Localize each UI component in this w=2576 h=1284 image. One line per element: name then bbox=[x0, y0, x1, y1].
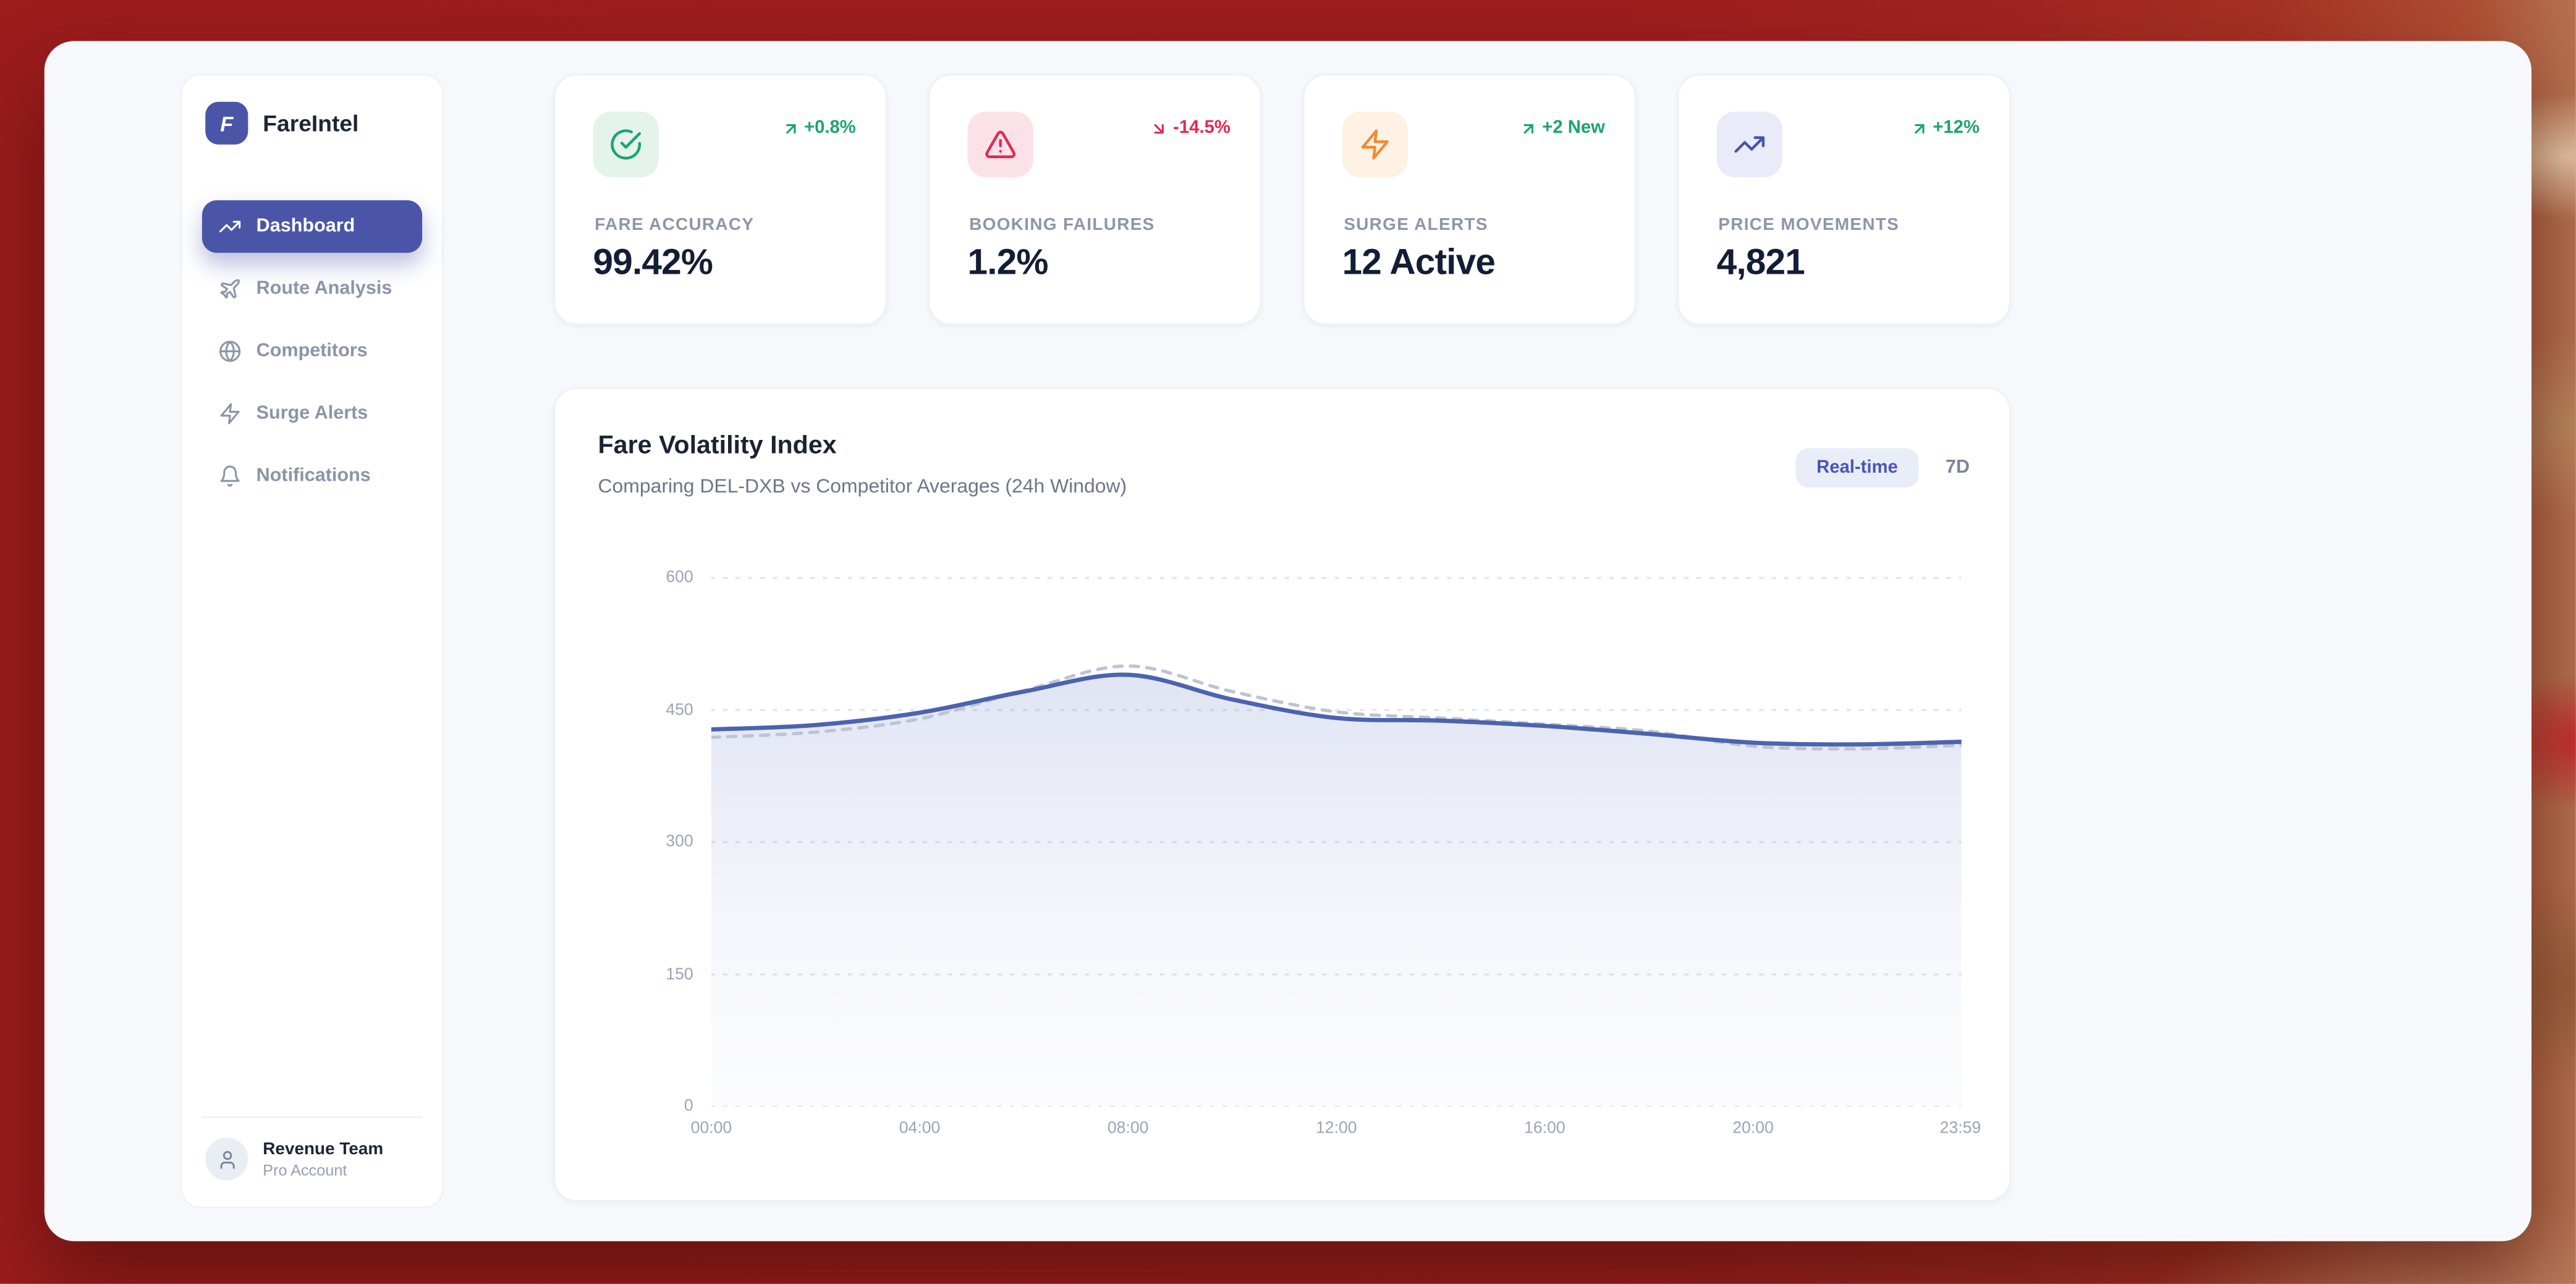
user-name: Revenue Team bbox=[263, 1139, 383, 1159]
stat-icon-tile bbox=[593, 112, 659, 177]
realtime-button[interactable]: Real-time bbox=[1795, 448, 1920, 488]
sidebar-item-label: Route Analysis bbox=[256, 279, 392, 299]
line-chart-svg bbox=[711, 568, 1962, 1106]
stat-icon-tile bbox=[1717, 112, 1782, 177]
stat-label: FARE ACCURACY bbox=[595, 215, 754, 235]
stat-card-surge-alerts: +2 New SURGE ALERTS 12 Active bbox=[1303, 74, 1637, 326]
fare-volatility-chart-card: Fare Volatility Index Comparing DEL-DXB … bbox=[554, 387, 2011, 1202]
y-tick-label: 600 bbox=[614, 569, 693, 587]
x-tick-label: 16:00 bbox=[1524, 1120, 1566, 1138]
chart-subtitle: Comparing DEL-DXB vs Competitor Averages… bbox=[598, 475, 1127, 497]
x-tick-label: 08:00 bbox=[1108, 1120, 1149, 1138]
sidebar-item-label: Competitors bbox=[256, 342, 368, 361]
zap-icon bbox=[219, 402, 242, 425]
sidebar-item-label: Surge Alerts bbox=[256, 404, 368, 424]
user-profile[interactable]: Revenue Team Pro Account bbox=[182, 1118, 442, 1206]
sidebar-item-notifications[interactable]: Notifications bbox=[202, 450, 422, 502]
zap-icon bbox=[1358, 128, 1391, 161]
brand-logo-icon: F bbox=[205, 102, 248, 145]
y-tick-label: 0 bbox=[614, 1097, 693, 1115]
sidebar-item-competitors[interactable]: Competitors bbox=[202, 325, 422, 378]
arrow-up-right-icon bbox=[1910, 119, 1928, 137]
brand: F FareIntel bbox=[182, 75, 442, 158]
stat-value: 1.2% bbox=[968, 242, 1048, 284]
plane-icon bbox=[219, 277, 242, 300]
y-tick-label: 300 bbox=[614, 833, 693, 851]
stat-label: SURGE ALERTS bbox=[1344, 215, 1488, 235]
trending-up-icon bbox=[1733, 128, 1766, 161]
sidebar-nav: Dashboard Route Analysis Competitors Sur… bbox=[182, 200, 442, 502]
sidebar-item-label: Dashboard bbox=[256, 217, 355, 237]
sidebar-item-surge-alerts[interactable]: Surge Alerts bbox=[202, 387, 422, 440]
sidebar-item-dashboard[interactable]: Dashboard bbox=[202, 200, 422, 253]
sidebar: F FareIntel Dashboard Route Analysis Com… bbox=[180, 74, 443, 1209]
chart-title: Fare Volatility Index bbox=[598, 432, 837, 462]
x-tick-label: 23:59 bbox=[1940, 1120, 1981, 1138]
stat-delta: -14.5% bbox=[1150, 118, 1231, 138]
stat-delta: +2 New bbox=[1519, 118, 1605, 138]
bell-icon bbox=[219, 465, 242, 488]
stat-label: PRICE MOVEMENTS bbox=[1718, 215, 1899, 235]
stat-card-fare-accuracy: +0.8% FARE ACCURACY 99.42% bbox=[554, 74, 888, 326]
x-tick-label: 20:00 bbox=[1732, 1120, 1774, 1138]
brand-name: FareIntel bbox=[263, 110, 358, 137]
stat-card-booking-failures: -14.5% BOOKING FAILURES 1.2% bbox=[928, 74, 1262, 326]
stat-value: 99.42% bbox=[593, 242, 713, 284]
trending-up-icon bbox=[219, 215, 242, 238]
x-tick-label: 04:00 bbox=[899, 1120, 941, 1138]
x-tick-label: 00:00 bbox=[691, 1120, 732, 1138]
stat-value: 4,821 bbox=[1717, 242, 1805, 284]
user-plan: Pro Account bbox=[263, 1162, 383, 1180]
app-window: F FareIntel Dashboard Route Analysis Com… bbox=[44, 41, 2532, 1241]
arrow-up-right-icon bbox=[781, 119, 799, 137]
y-tick-label: 150 bbox=[614, 965, 693, 983]
alert-triangle-icon bbox=[984, 128, 1017, 161]
arrow-down-right-icon bbox=[1150, 119, 1168, 137]
globe-icon bbox=[219, 340, 242, 363]
seven-day-button[interactable]: 7D bbox=[1946, 458, 1970, 478]
avatar bbox=[205, 1138, 248, 1180]
stat-card-price-movements: +12% PRICE MOVEMENTS 4,821 bbox=[1677, 74, 2011, 326]
arrow-up-right-icon bbox=[1519, 119, 1537, 137]
stat-icon-tile bbox=[1342, 112, 1408, 177]
area-fill bbox=[711, 675, 1962, 1107]
stat-label: BOOKING FAILURES bbox=[969, 215, 1155, 235]
y-tick-label: 450 bbox=[614, 701, 693, 719]
stat-cards-row: +0.8% FARE ACCURACY 99.42% -14.5% BOOKIN… bbox=[554, 74, 2011, 326]
check-circle-icon bbox=[609, 128, 642, 161]
line-chart-plot bbox=[711, 568, 1962, 1106]
user-icon bbox=[216, 1149, 238, 1170]
chart-range-controls: Real-time 7D bbox=[1795, 448, 1970, 488]
stat-icon-tile bbox=[968, 112, 1033, 177]
backdrop: F FareIntel Dashboard Route Analysis Com… bbox=[0, 0, 2576, 1284]
stat-value: 12 Active bbox=[1342, 242, 1495, 284]
sidebar-item-route-analysis[interactable]: Route Analysis bbox=[202, 263, 422, 315]
stat-delta: +12% bbox=[1910, 118, 1980, 138]
stat-delta: +0.8% bbox=[781, 118, 856, 138]
sidebar-item-label: Notifications bbox=[256, 467, 371, 486]
x-tick-label: 12:00 bbox=[1316, 1120, 1357, 1138]
